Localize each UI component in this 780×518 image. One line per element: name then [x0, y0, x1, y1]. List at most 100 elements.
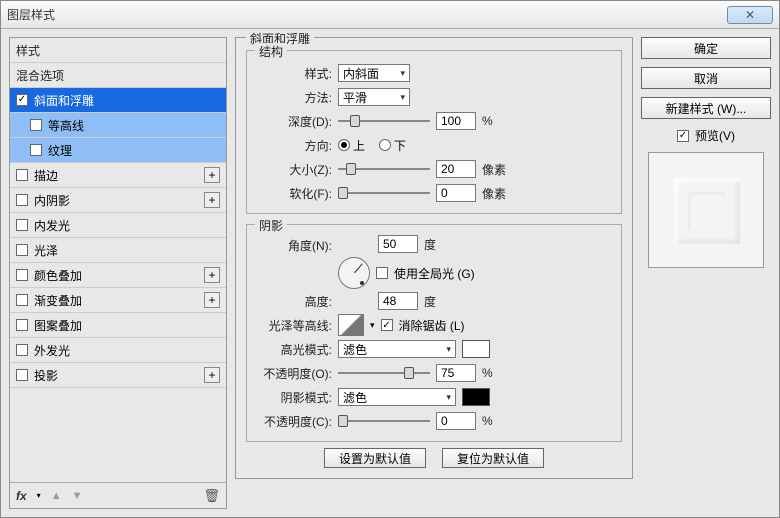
altitude-input[interactable]: 48 — [378, 292, 418, 310]
highlight-opacity-input[interactable]: 75 — [436, 364, 476, 382]
radio-icon — [379, 139, 391, 151]
plus-icon[interactable]: + — [204, 367, 220, 383]
direction-down-radio[interactable]: 下 — [379, 137, 406, 154]
plus-icon[interactable]: + — [204, 292, 220, 308]
reset-default-button[interactable]: 复位为默认值 — [442, 448, 544, 468]
cancel-button[interactable]: 取消 — [641, 67, 771, 89]
global-light-label: 使用全局光 (G) — [394, 265, 475, 282]
size-slider[interactable] — [338, 162, 430, 176]
antialias-label: 消除锯齿 (L) — [399, 317, 465, 334]
style-item-texture[interactable]: 纹理 — [10, 138, 226, 163]
checkbox-icon[interactable] — [16, 344, 28, 356]
highlight-color-swatch[interactable] — [462, 340, 490, 358]
chevron-down-icon: ▾ — [400, 68, 405, 79]
style-select[interactable]: 内斜面▾ — [338, 64, 410, 82]
move-up-icon[interactable]: ▲ — [51, 490, 62, 502]
structure-legend: 结构 — [255, 43, 287, 60]
make-default-button[interactable]: 设置为默认值 — [324, 448, 426, 468]
shadow-opacity-input[interactable]: 0 — [436, 412, 476, 430]
unit-label: 像素 — [482, 161, 506, 178]
highlight-opacity-slider[interactable] — [338, 366, 430, 380]
highlight-opacity-label: 不透明度(O): — [257, 365, 332, 382]
shadow-opacity-slider[interactable] — [338, 414, 430, 428]
antialias-checkbox[interactable] — [381, 319, 393, 331]
unit-label: % — [482, 114, 493, 128]
soften-input[interactable]: 0 — [436, 184, 476, 202]
style-item-contour[interactable]: 等高线 — [10, 113, 226, 138]
chevron-down-icon: ▾ — [400, 92, 405, 103]
checkbox-icon[interactable] — [30, 144, 42, 156]
style-item-stroke[interactable]: 描边 + — [10, 163, 226, 188]
direction-label: 方向: — [257, 137, 332, 154]
style-item-pattern-overlay[interactable]: 图案叠加 — [10, 313, 226, 338]
gloss-contour-label: 光泽等高线: — [257, 317, 332, 334]
ok-button[interactable]: 确定 — [641, 37, 771, 59]
checkbox-icon[interactable] — [16, 269, 28, 281]
close-button[interactable]: ✕ — [727, 6, 773, 24]
soften-label: 软化(F): — [257, 185, 332, 202]
altitude-label: 高度: — [257, 293, 332, 310]
shadow-opacity-label: 不透明度(C): — [257, 413, 332, 430]
style-item-bevel[interactable]: 斜面和浮雕 — [10, 88, 226, 113]
plus-icon[interactable]: + — [204, 267, 220, 283]
trash-icon[interactable]: 🗑 — [203, 488, 220, 504]
chevron-down-icon: ▾ — [446, 392, 451, 403]
checkbox-icon[interactable] — [16, 169, 28, 181]
dialog-title: 图层样式 — [7, 6, 727, 23]
soften-slider[interactable] — [338, 186, 430, 200]
plus-icon[interactable]: + — [204, 192, 220, 208]
shadow-mode-select[interactable]: 滤色▾ — [338, 388, 456, 406]
technique-label: 方法: — [257, 89, 332, 106]
style-item-satin[interactable]: 光泽 — [10, 238, 226, 263]
direction-up-radio[interactable]: 上 — [338, 137, 365, 154]
style-item-inner-shadow[interactable]: 内阴影 + — [10, 188, 226, 213]
style-item-outer-glow[interactable]: 外发光 — [10, 338, 226, 363]
move-down-icon[interactable]: ▼ — [72, 490, 83, 502]
close-icon: ✕ — [745, 8, 755, 22]
new-style-button[interactable]: 新建样式 (W)... — [641, 97, 771, 119]
size-input[interactable]: 20 — [436, 160, 476, 178]
preview-checkbox[interactable] — [677, 130, 689, 142]
gloss-contour-picker[interactable] — [338, 314, 364, 336]
titlebar: 图层样式 ✕ — [1, 1, 779, 29]
action-panel: 确定 取消 新建样式 (W)... 预览(V) — [641, 37, 771, 509]
highlight-mode-select[interactable]: 滤色▾ — [338, 340, 456, 358]
styles-list-panel: 样式 混合选项 斜面和浮雕 等高线 纹理 描边 + — [9, 37, 227, 509]
checkbox-icon[interactable] — [16, 219, 28, 231]
technique-select[interactable]: 平滑▾ — [338, 88, 410, 106]
checkbox-icon[interactable] — [16, 294, 28, 306]
style-item-inner-glow[interactable]: 内发光 — [10, 213, 226, 238]
angle-input[interactable]: 50 — [378, 235, 418, 253]
checkbox-icon[interactable] — [16, 319, 28, 331]
unit-label: % — [482, 366, 493, 380]
checkbox-icon[interactable] — [16, 194, 28, 206]
size-label: 大小(Z): — [257, 161, 332, 178]
styles-list: 样式 混合选项 斜面和浮雕 等高线 纹理 描边 + — [10, 38, 226, 482]
structure-group: 结构 样式: 内斜面▾ 方法: 平滑▾ 深度(D): 100 % — [246, 50, 622, 214]
checkbox-icon[interactable] — [16, 244, 28, 256]
fx-menu[interactable]: fx — [16, 489, 27, 503]
depth-input[interactable]: 100 — [436, 112, 476, 130]
settings-panel: 斜面和浮雕 结构 样式: 内斜面▾ 方法: 平滑▾ 深度(D): 100 — [235, 37, 633, 509]
layer-style-dialog: 图层样式 ✕ 样式 混合选项 斜面和浮雕 等高线 纹理 — [0, 0, 780, 518]
style-item-gradient-overlay[interactable]: 渐变叠加 + — [10, 288, 226, 313]
shading-group: 阴影 角度(N): 50 度 使用全局 — [246, 224, 622, 442]
checkbox-icon[interactable] — [30, 119, 42, 131]
checkbox-icon[interactable] — [16, 94, 28, 106]
unit-label: 度 — [424, 236, 436, 253]
unit-label: % — [482, 414, 493, 428]
styles-header[interactable]: 样式 — [10, 38, 226, 63]
chevron-down-icon[interactable]: ▾ — [370, 320, 375, 331]
style-item-drop-shadow[interactable]: 投影 + — [10, 363, 226, 388]
depth-slider[interactable] — [338, 114, 430, 128]
angle-dial[interactable] — [338, 257, 370, 289]
blending-options[interactable]: 混合选项 — [10, 63, 226, 88]
style-item-color-overlay[interactable]: 颜色叠加 + — [10, 263, 226, 288]
preview-thumbnail — [648, 152, 764, 268]
shadow-color-swatch[interactable] — [462, 388, 490, 406]
global-light-checkbox[interactable] — [376, 267, 388, 279]
chevron-down-icon[interactable]: ▾ — [37, 491, 41, 500]
shading-legend: 阴影 — [255, 217, 287, 234]
plus-icon[interactable]: + — [204, 167, 220, 183]
checkbox-icon[interactable] — [16, 369, 28, 381]
